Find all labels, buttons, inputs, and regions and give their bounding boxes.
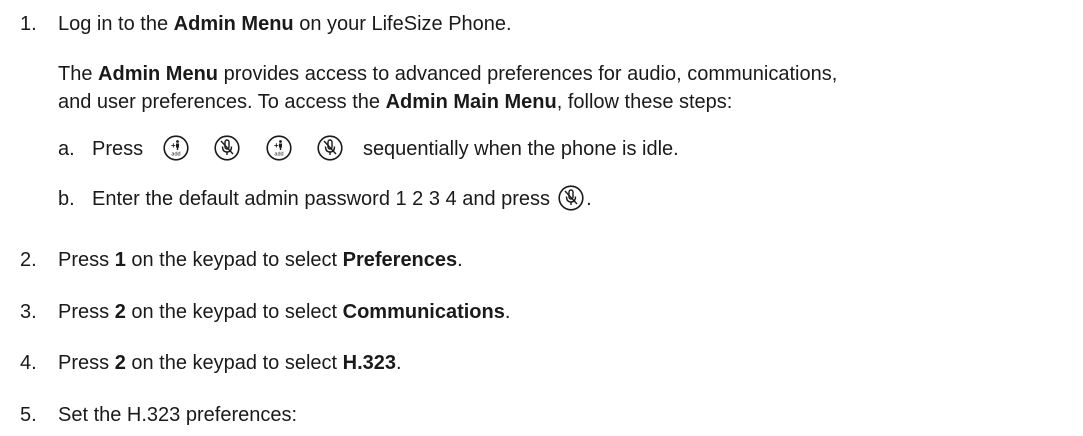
step-text: Log in to the <box>58 13 174 35</box>
substep-a: a. Press + add + add sequentially when t… <box>58 135 679 163</box>
svg-text:add: add <box>171 151 180 157</box>
step-5: 5. Set the H.323 preferences: <box>20 402 297 428</box>
keypad-key: 2 <box>114 301 126 323</box>
step-2: 2. Press 1 on the keypad to select Prefe… <box>20 249 463 271</box>
mute-icon <box>214 135 240 161</box>
step-number: 3. <box>20 301 37 323</box>
keypad-key: 2 <box>114 352 126 374</box>
admin-menu-term: Admin Menu <box>98 63 219 85</box>
add-icon: + add <box>163 135 189 161</box>
substep-b: b. Enter the default admin password 1 2 … <box>58 185 592 213</box>
step-number: 4. <box>20 352 37 374</box>
step-text: on your LifeSize Phone. <box>293 13 512 35</box>
add-icon: + add <box>266 135 292 161</box>
menu-target: Communications <box>342 301 505 323</box>
intro-line-1: The Admin Menu provides access to advanc… <box>58 63 838 85</box>
substep-letter: b. <box>58 188 75 210</box>
substep-text: sequentially when the phone is idle. <box>362 138 679 160</box>
step-text: Set the H.323 preferences: <box>58 404 298 426</box>
substep-letter: a. <box>58 138 75 160</box>
mute-icon <box>317 135 343 161</box>
keypad-key: 1 <box>114 249 126 271</box>
substep-text: Enter the default admin password 1 2 3 4… <box>92 188 551 210</box>
step-number: 5. <box>20 404 37 426</box>
step-4: 4. Press 2 on the keypad to select H.323… <box>20 352 402 374</box>
step-1: 1. Log in to the Admin Menu on your Life… <box>20 11 512 37</box>
admin-menu-term: Admin Menu <box>173 13 294 35</box>
intro-line-2: and user preferences. To access the Admi… <box>58 91 733 113</box>
step-3: 3. Press 2 on the keypad to select Commu… <box>20 301 511 323</box>
substep-text: Press <box>92 138 144 160</box>
menu-target: H.323 <box>342 352 396 374</box>
step-number: 1. <box>20 13 37 35</box>
mute-icon <box>558 185 584 211</box>
svg-text:+: + <box>171 141 176 150</box>
svg-text:add: add <box>274 151 283 157</box>
menu-target: Preferences <box>342 249 458 271</box>
svg-text:+: + <box>274 141 279 150</box>
admin-main-menu-term: Admin Main Menu <box>385 91 557 113</box>
substep-text: . <box>586 188 592 210</box>
step-number: 2. <box>20 249 37 271</box>
